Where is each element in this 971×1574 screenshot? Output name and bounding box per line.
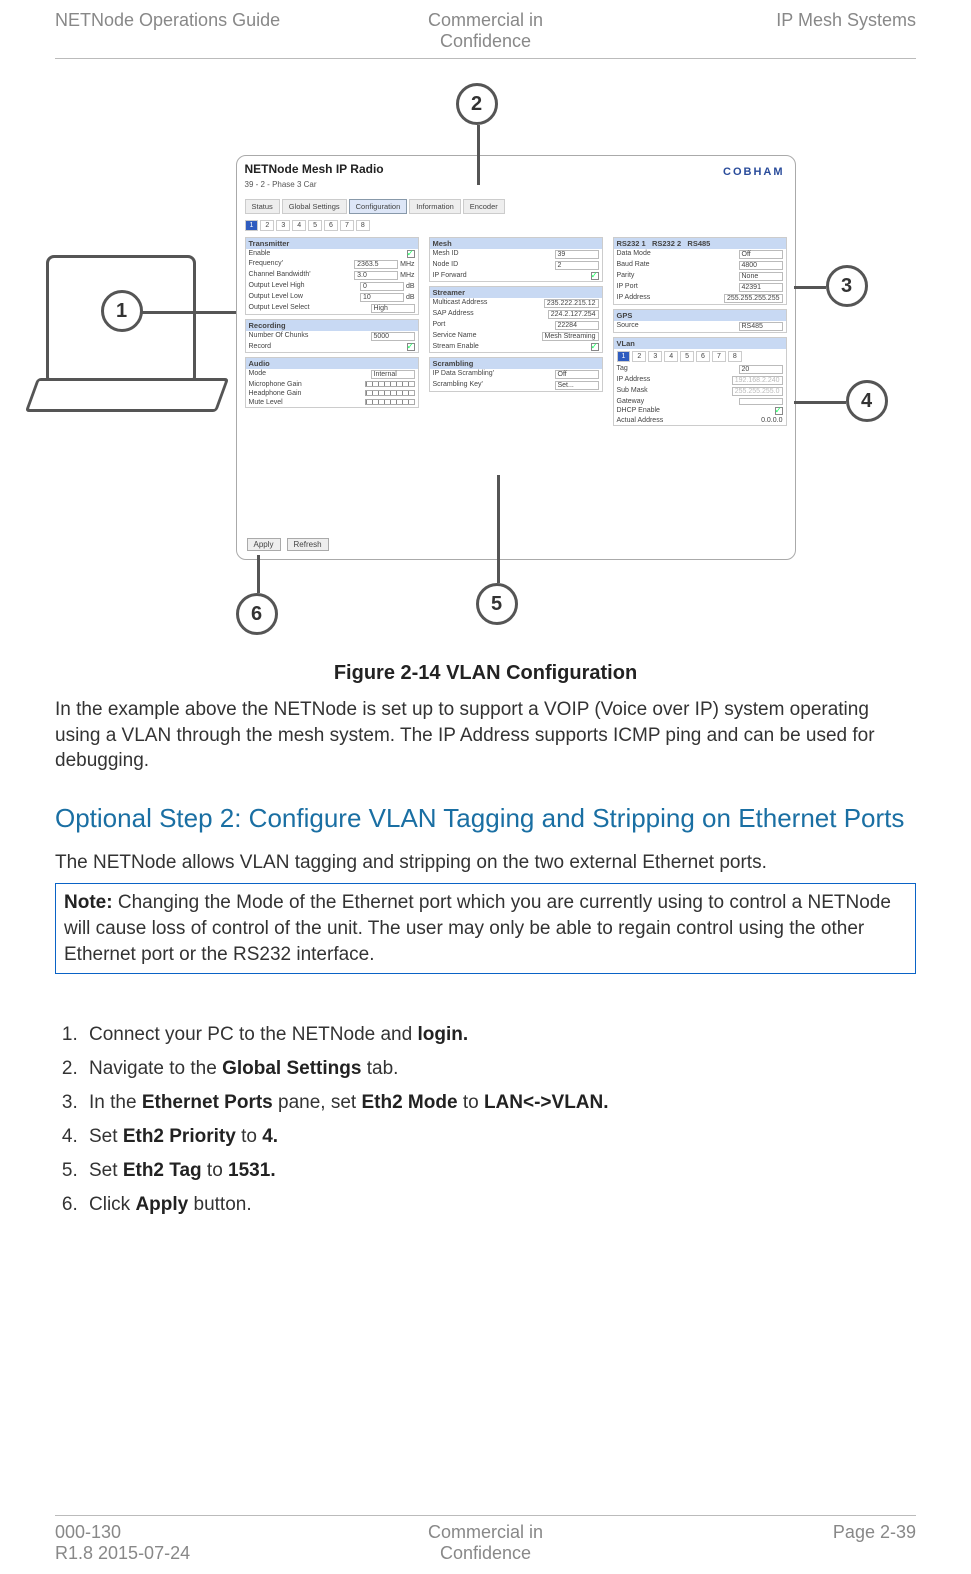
group-streamer: Streamer Multicast Address235.222.215.12… (429, 286, 603, 353)
section-heading: Optional Step 2: Configure VLAN Tagging … (55, 802, 916, 836)
stream-enable-checkbox[interactable] (591, 343, 599, 351)
step-1: Connect your PC to the NETNode and login… (83, 1018, 916, 1052)
tab-status[interactable]: Status (245, 199, 280, 214)
figure-caption: Figure 2-14 VLAN Configuration (55, 662, 916, 685)
step-2: Navigate to the Global Settings tab. (83, 1052, 916, 1086)
subtab-2[interactable]: 2 (260, 220, 274, 231)
paragraph-after-figure: In the example above the NETNode is set … (55, 697, 916, 774)
tab-information[interactable]: Information (409, 199, 461, 214)
sub-tabs: 1 2 3 4 5 6 7 8 (245, 220, 787, 231)
enable-checkbox[interactable] (407, 250, 415, 258)
step-5: Set Eth2 Tag to 1531. (83, 1154, 916, 1188)
dhcp-enable-checkbox[interactable] (775, 407, 783, 415)
callout-2: 2 (456, 83, 498, 125)
step-3: In the Ethernet Ports pane, set Eth2 Mod… (83, 1086, 916, 1120)
refresh-button[interactable]: Refresh (287, 538, 329, 551)
tab-configuration[interactable]: Configuration (349, 199, 408, 214)
tab-rs485[interactable]: RS485 (687, 239, 710, 248)
subtab-3[interactable]: 3 (276, 220, 290, 231)
group-transmitter: Transmitter Enable Frequency'2363.5 MHz … (245, 237, 419, 315)
subtab-7[interactable]: 7 (340, 220, 354, 231)
note-text: Changing the Mode of the Ethernet port w… (64, 892, 891, 964)
callout-1: 1 (101, 290, 143, 332)
footer-center: Commercial in Confidence (342, 1522, 629, 1564)
ipforward-checkbox[interactable] (591, 272, 599, 280)
subtab-6[interactable]: 6 (324, 220, 338, 231)
tab-rs232-1[interactable]: RS232 1 (617, 239, 646, 248)
group-gps: GPS SourceRS485 (613, 309, 787, 333)
header-center: Commercial in Confidence (342, 10, 629, 52)
group-rs232: RS232 1 RS232 2 RS485 Data ModeOff Baud … (613, 237, 787, 305)
subtab-8[interactable]: 8 (356, 220, 370, 231)
step-4: Set Eth2 Priority to 4. (83, 1120, 916, 1154)
tab-global[interactable]: Global Settings (282, 199, 347, 214)
subtab-4[interactable]: 4 (292, 220, 306, 231)
header-left: NETNode Operations Guide (55, 10, 342, 52)
callout-3: 3 (826, 265, 868, 307)
group-mesh: Mesh Mesh ID39 Node ID2 IP Forward (429, 237, 603, 282)
page-header: NETNode Operations Guide Commercial in C… (55, 0, 916, 59)
group-recording: Recording Number Of Chunks5000 Record (245, 319, 419, 353)
apply-button[interactable]: Apply (247, 538, 281, 551)
headphone-gain-slider[interactable] (365, 390, 415, 396)
page-footer: 000-130 R1.8 2015-07-24 Commercial in Co… (55, 1515, 916, 1564)
tab-rs232-2[interactable]: RS232 2 (652, 239, 681, 248)
footer-left: 000-130 R1.8 2015-07-24 (55, 1522, 342, 1564)
mic-gain-slider[interactable] (365, 381, 415, 387)
step-intro: The NETNode allows VLAN tagging and stri… (55, 850, 916, 876)
vlan-tab-4[interactable]: 4 (664, 351, 678, 362)
vlan-tab-5[interactable]: 5 (680, 351, 694, 362)
vlan-tab-2[interactable]: 2 (632, 351, 646, 362)
step-6: Click Apply button. (83, 1188, 916, 1222)
vlan-tab-6[interactable]: 6 (696, 351, 710, 362)
header-right: IP Mesh Systems (629, 10, 916, 52)
panel-subtitle: 39 - 2 - Phase 3 Car (245, 180, 787, 189)
note-box: Note: Changing the Mode of the Ethernet … (55, 883, 916, 974)
steps-list: Connect your PC to the NETNode and login… (83, 1018, 916, 1222)
group-vlan: VLan 1 2 3 4 5 6 7 8 Tag20 IP Address1 (613, 337, 787, 426)
note-label: Note: (64, 892, 113, 913)
vlan-tab-3[interactable]: 3 (648, 351, 662, 362)
group-scrambling: Scrambling IP Data Scrambling'Off Scramb… (429, 357, 603, 392)
figure-image: NETNode Mesh IP Radio 39 - 2 - Phase 3 C… (166, 95, 806, 635)
main-tabs: Status Global Settings Configuration Inf… (245, 199, 787, 214)
subtab-1[interactable]: 1 (245, 220, 259, 231)
subtab-5[interactable]: 5 (308, 220, 322, 231)
cobham-logo: COBHAM (723, 166, 785, 178)
panel-title: NETNode Mesh IP Radio (245, 162, 787, 176)
vlan-tab-7[interactable]: 7 (712, 351, 726, 362)
callout-4: 4 (846, 380, 888, 422)
group-audio: Audio ModeInternal Microphone Gain Headp… (245, 357, 419, 408)
tab-encoder[interactable]: Encoder (463, 199, 505, 214)
app-panel: NETNode Mesh IP Radio 39 - 2 - Phase 3 C… (236, 155, 796, 560)
vlan-tab-1[interactable]: 1 (617, 351, 631, 362)
record-checkbox[interactable] (407, 343, 415, 351)
footer-right: Page 2-39 (629, 1522, 916, 1564)
callout-5: 5 (476, 583, 518, 625)
figure-block: NETNode Mesh IP Radio 39 - 2 - Phase 3 C… (55, 95, 916, 640)
mute-level-slider[interactable] (365, 399, 415, 405)
callout-6: 6 (236, 593, 278, 635)
vlan-tab-8[interactable]: 8 (728, 351, 742, 362)
